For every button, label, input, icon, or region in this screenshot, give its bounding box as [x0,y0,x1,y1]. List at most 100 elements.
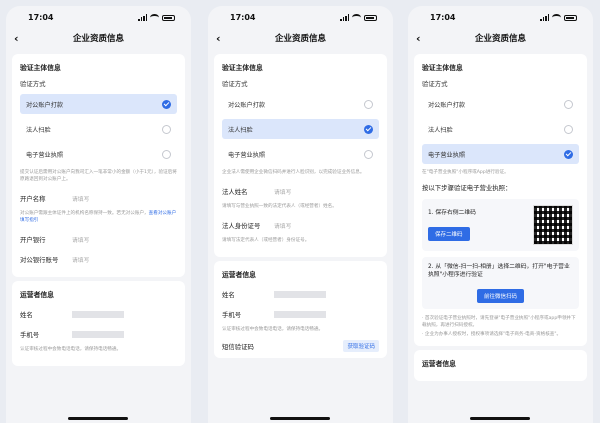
option-bank-transfer[interactable]: 对公账户打款 [20,94,177,114]
verify-subject-card: 验证主体信息 验证方式 对公账户打款 法人扫脸 电子营业执照 提交认证后需用对公… [12,54,185,277]
page-title: 企业资质信息 [474,34,526,44]
face-scan-hint: 企业法人需使用企业微信扫码并进行人脸识别，以完成验证业务信息。 [222,170,365,175]
option-face-scan[interactable]: 法人扫脸 [222,119,379,139]
steps-title: 按以下步骤验证电子营业执照： [422,184,512,192]
step2-text: 2. 从「微信-扫一扫-相册」选择二维码，打开"电子营业执照"小程序进行验证 [428,264,570,278]
verify-subject-card: 验证主体信息 验证方式 对公账户打款 法人扫脸 电子营业执照 企业法人需使用企业… [214,54,387,257]
status-time: 17:04 [430,13,456,22]
radio-icon [364,99,373,109]
phone-screen-e-license: 17:04 ‹ 企业资质信息 验证主体信息 验证方式 对公账户打款 法人扫脸 电… [408,6,593,423]
phone-screen-bank-transfer: 17:04 ‹ 企业资质信息 验证主体信息 验证方式 对公账户打款 法人扫脸 电… [6,6,191,423]
phone-row: 手机号 [20,326,177,342]
status-bar: 17:04 [408,6,593,28]
account-name-input[interactable]: 请填写 [72,194,89,203]
operator-title: 运营者信息 [20,291,54,299]
home-indicator [270,417,330,420]
legal-name-row[interactable]: 法人姓名 请填写 [222,183,379,199]
home-indicator [470,417,530,420]
legal-id-hint: 请填写法定代表人（或经营者）身份证号。 [222,238,310,243]
battery-icon [564,14,577,21]
operator-card: 运营者信息 [414,350,587,381]
nav-bar: ‹ 企业资质信息 [6,28,191,50]
option-face-scan[interactable]: 法人扫脸 [422,119,579,139]
section-title: 验证主体信息 [422,64,463,72]
section-title: 验证主体信息 [222,64,263,72]
step2-card: 2. 从「微信-扫一扫-相册」选择二维码，打开"电子营业执照"小程序进行验证 前… [422,257,579,309]
verify-subject-card: 验证主体信息 验证方式 对公账户打款 法人扫脸 电子营业执照 在"电子营业执照"… [414,54,587,346]
name-value-redacted [72,310,124,318]
call-hint: 认证审核过程中会致电话电话，请保持电话畅通。 [20,347,122,352]
operator-title: 运营者信息 [222,271,256,279]
signal-icon [138,14,147,21]
radio-checked-icon [162,99,171,109]
status-bar: 17:04 [6,6,191,28]
qr-code-icon [533,205,573,245]
step1-text: 1. 保存右侧二维码 [428,210,476,216]
note-first-time: · 首次验证电子营业执照时，请先登录"电子营业执照"小程序或app申领并下载执照… [422,316,576,328]
method-label: 验证方式 [422,80,448,88]
name-value-redacted [274,290,326,298]
get-code-button[interactable]: 获取验证码 [343,340,379,352]
method-label: 验证方式 [20,80,46,88]
radio-icon [162,124,171,134]
account-no-row[interactable]: 对公银行账号 请填写 [20,251,177,267]
note-authorize: · 企业为办事人授权时，授权事项请选择"电子商务-电商-资格核查"。 [422,332,562,337]
wifi-icon [352,14,361,21]
phone-row: 手机号 [222,306,379,322]
legal-name-hint: 请填写与营业执照一致的法定代表人（或经营者）姓名。 [222,204,337,209]
option-bank-transfer[interactable]: 对公账户打款 [222,94,379,114]
page-title: 企业资质信息 [274,34,326,44]
back-icon[interactable]: ‹ [416,28,421,50]
radio-icon [364,149,373,159]
wifi-icon [150,14,159,21]
account-name-row[interactable]: 开户名称 请填写 [20,190,177,206]
legal-id-row[interactable]: 法人身份证号 请填写 [222,217,379,233]
legal-name-input[interactable]: 请填写 [274,187,291,196]
account-no-input[interactable]: 请填写 [72,255,89,264]
status-bar: 17:04 [208,6,393,28]
back-icon[interactable]: ‹ [14,28,19,50]
radio-checked-icon [364,124,373,134]
e-license-hint: 在"电子营业执照"小程序或App进行验证。 [422,170,509,175]
radio-icon [162,149,171,159]
sms-row: 短信验证码 获取验证码 [222,340,379,352]
battery-icon [162,14,175,21]
signal-icon [340,14,349,21]
call-hint: 认证审核过程中会致电话电话，请保持电话畅通。 [222,327,324,332]
nav-bar: ‹ 企业资质信息 [408,28,593,50]
step1-card: 1. 保存右侧二维码 保存二维码 [422,199,579,251]
status-time: 17:04 [28,13,54,22]
option-face-scan[interactable]: 法人扫脸 [20,119,177,139]
page-title: 企业资质信息 [72,34,124,44]
option-e-license[interactable]: 电子营业执照 [422,144,579,164]
name-row: 姓名 [20,306,177,322]
signal-icon [540,14,549,21]
operator-title: 运营者信息 [422,360,456,368]
bank-input[interactable]: 请填写 [72,235,89,244]
section-title: 验证主体信息 [20,64,61,72]
status-time: 17:04 [230,13,256,22]
phone-value-redacted [72,330,124,338]
account-hint: 对公账户需跟主体证件上的机构名称保持一致。若无对公账户，查看对公账户填写指引 [20,211,177,223]
back-icon[interactable]: ‹ [216,28,221,50]
go-wechat-scan-button[interactable]: 前往微信扫码 [476,289,524,303]
operator-card: 运营者信息 姓名 手机号 认证审核过程中会致电话电话，请保持电话畅通。 [12,281,185,366]
battery-icon [364,14,377,21]
wifi-icon [552,14,561,21]
radio-icon [564,124,573,134]
option-e-license[interactable]: 电子营业执照 [20,144,177,164]
nav-bar: ‹ 企业资质信息 [208,28,393,50]
transfer-hint: 提交认证后需用对公账户向我司汇入一笔非常小的金额（小于1元），验证后将原路退回到… [20,170,177,182]
home-indicator [68,417,128,420]
bank-row[interactable]: 开户银行 请填写 [20,231,177,247]
operator-card: 运营者信息 姓名 手机号 认证审核过程中会致电话电话，请保持电话畅通。 短信验证… [214,261,387,358]
radio-checked-icon [564,149,573,159]
name-row: 姓名 [222,286,379,302]
method-label: 验证方式 [222,80,248,88]
save-qr-button[interactable]: 保存二维码 [428,227,470,241]
legal-id-input[interactable]: 请填写 [274,221,291,230]
option-e-license[interactable]: 电子营业执照 [222,144,379,164]
option-bank-transfer[interactable]: 对公账户打款 [422,94,579,114]
radio-icon [564,99,573,109]
phone-screen-face-scan: 17:04 ‹ 企业资质信息 验证主体信息 验证方式 对公账户打款 法人扫脸 电… [208,6,393,423]
